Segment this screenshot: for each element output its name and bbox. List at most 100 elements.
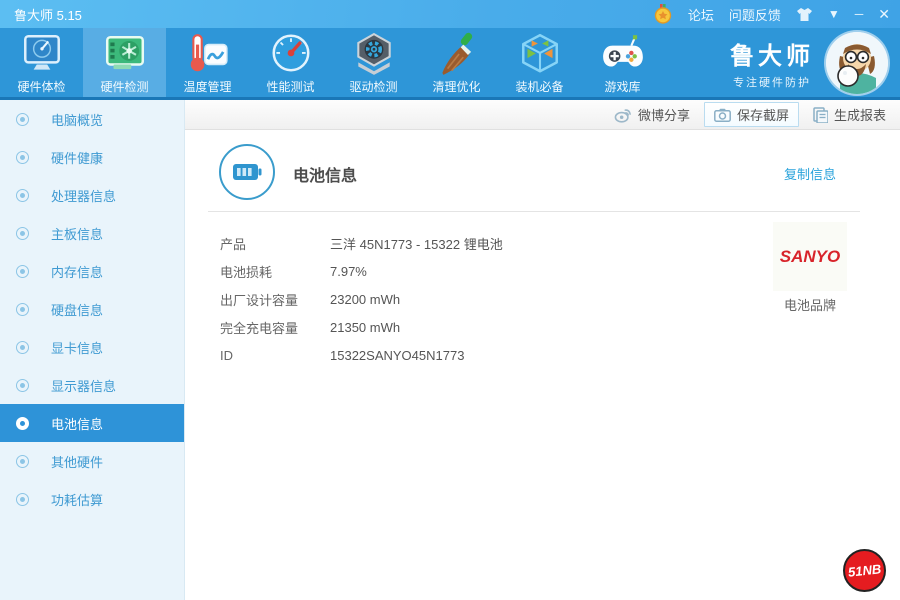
ludashi-window: 鲁大师 5.15 论坛 问题反馈 ▼ ─ ✕ 硬件体检 硬件检测 温度管理 性能… [0, 0, 900, 600]
row-label: ID [220, 347, 233, 363]
broom-icon [441, 32, 472, 75]
sidebar-item-gpu-info[interactable]: 显卡信息 [0, 328, 184, 366]
save-screenshot-button[interactable]: 保存截屏 [703, 102, 799, 127]
sub-toolbar: 微博分享 保存截屏 生成报表 [185, 100, 900, 130]
row-label: 完全充电容量 [220, 320, 299, 336]
minimize-button[interactable]: ─ [855, 8, 864, 20]
feedback-link[interactable]: 问题反馈 [729, 5, 781, 24]
forum-link[interactable]: 论坛 [688, 5, 714, 24]
generate-report-button[interactable]: 生成报表 [813, 105, 886, 124]
battery-brand-logo: SANYO [773, 222, 847, 291]
table-row-design-capacity: 出厂设计容量 23200 mWh [220, 285, 503, 313]
sidebar-item-label: 其他硬件 [51, 454, 104, 470]
sidebar-item-battery-info[interactable]: 电池信息 [0, 404, 184, 442]
tab-hardware-detect[interactable]: 硬件检测 [83, 28, 166, 97]
table-row-full-charge-capacity: 完全充电容量 21350 mWh [220, 313, 503, 341]
skin-icon[interactable] [796, 7, 813, 22]
weibo-icon [614, 108, 631, 123]
sidebar-item-other-hardware[interactable]: 其他硬件 [0, 442, 184, 480]
mascot-avatar[interactable] [826, 31, 888, 94]
watermark-text: 51NB [847, 561, 882, 580]
sidebar-item-label: 主板信息 [51, 226, 104, 242]
brand-area: 鲁大师 专注硬件防护 [730, 28, 888, 97]
generate-report-label: 生成报表 [833, 108, 886, 123]
battery-info-panel: 电池信息 复制信息 产品 三洋 45N1773 - 15322 锂电池 电池损耗… [186, 131, 900, 600]
radio-bullet-icon [16, 188, 29, 202]
row-value: 三洋 45N1773 - 15322 锂电池 [330, 236, 503, 252]
sidebar-item-processor-info[interactable]: 处理器信息 [0, 176, 184, 214]
tab-hardware-checkup[interactable]: 硬件体检 [0, 28, 83, 97]
sidebar-item-label: 硬盘信息 [51, 302, 104, 318]
row-label: 出厂设计容量 [220, 292, 299, 308]
tab-driver-detect[interactable]: 驱动检测 [332, 28, 415, 97]
sidebar-item-label: 内存信息 [51, 264, 104, 280]
camera-icon [714, 108, 731, 122]
tab-build-essentials[interactable]: 装机必备 [498, 28, 581, 97]
tab-cleanup[interactable]: 清理优化 [415, 28, 498, 97]
sidebar-item-label: 电池信息 [51, 416, 104, 432]
row-value: 7.97% [330, 263, 367, 279]
brand-tagline: 专注硬件防护 [733, 76, 811, 89]
sidebar: 电脑概览 硬件健康 处理器信息 主板信息 内存信息 硬盘信息 显卡信息 显示器信… [0, 100, 185, 600]
sidebar-item-label: 显示器信息 [51, 378, 117, 394]
divider [208, 211, 860, 212]
close-button[interactable]: ✕ [878, 7, 890, 21]
tab-performance[interactable]: 性能测试 [249, 28, 332, 97]
titlebar: 鲁大师 5.15 论坛 问题反馈 ▼ ─ ✕ [0, 0, 900, 28]
radio-bullet-icon [16, 226, 29, 240]
sidebar-item-hardware-health[interactable]: 硬件健康 [0, 138, 184, 176]
tab-label: 硬件体检 [17, 80, 66, 94]
sidebar-item-power-estimate[interactable]: 功耗估算 [0, 480, 184, 518]
table-row-product: 产品 三洋 45N1773 - 15322 锂电池 [220, 229, 503, 257]
cube-icon [521, 33, 558, 73]
radio-bullet-icon [16, 454, 29, 468]
sidebar-item-monitor-info[interactable]: 显示器信息 [0, 366, 184, 404]
gpu-card-icon [105, 36, 144, 70]
window-title: 鲁大师 5.15 [14, 7, 82, 23]
tab-label: 装机必备 [515, 80, 564, 94]
battery-icon [233, 164, 262, 180]
tab-game-library[interactable]: 游戏库 [581, 28, 664, 97]
sanyo-logo: SANYO [779, 246, 841, 266]
table-row-wear-level: 电池损耗 7.97% [220, 257, 503, 285]
sidebar-item-computer-overview[interactable]: 电脑概览 [0, 100, 184, 138]
mascot-icon [826, 31, 888, 94]
row-label: 产品 [220, 236, 247, 252]
radio-bullet-icon [16, 340, 29, 354]
tab-temperature[interactable]: 温度管理 [166, 28, 249, 97]
tab-label: 温度管理 [183, 80, 232, 94]
gamepad-icon [602, 35, 643, 67]
table-row-id: ID 15322SANYO45N1773 [220, 341, 503, 369]
sidebar-item-motherboard-info[interactable]: 主板信息 [0, 214, 184, 252]
menu-dropdown-icon[interactable]: ▼ [828, 8, 840, 20]
weibo-share-label: 微博分享 [637, 108, 690, 123]
radio-bullet-icon [16, 302, 29, 316]
driver-gear-icon [356, 32, 391, 75]
report-icon [813, 106, 828, 123]
medal-icon[interactable] [653, 4, 673, 24]
weibo-share-button[interactable]: 微博分享 [614, 105, 690, 124]
sidebar-item-disk-info[interactable]: 硬盘信息 [0, 290, 184, 328]
radio-bullet-icon [16, 150, 29, 164]
row-value: 23200 mWh [330, 291, 401, 307]
brand-name: 鲁大师 [730, 42, 814, 70]
radio-bullet-icon [16, 416, 29, 430]
radio-bullet-icon [16, 112, 29, 126]
row-label: 电池损耗 [220, 264, 273, 280]
save-screenshot-label: 保存截屏 [736, 108, 789, 123]
thermometer-chart-icon [190, 34, 228, 72]
row-value: 15322SANYO45N1773 [330, 347, 465, 363]
battery-circle-icon [219, 144, 275, 200]
tab-label: 驱动检测 [349, 80, 398, 94]
sidebar-item-label: 硬件健康 [51, 150, 104, 166]
sidebar-item-label: 处理器信息 [51, 188, 117, 204]
copy-info-link[interactable]: 复制信息 [784, 164, 836, 183]
monitor-radar-icon [23, 34, 60, 70]
sidebar-item-memory-info[interactable]: 内存信息 [0, 252, 184, 290]
radio-bullet-icon [16, 378, 29, 392]
page-title: 电池信息 [293, 168, 358, 185]
sidebar-item-label: 功耗估算 [51, 492, 104, 508]
radio-bullet-icon [16, 264, 29, 278]
tab-label: 清理优化 [432, 80, 481, 94]
51nb-watermark-logo: 51NB [843, 549, 886, 592]
